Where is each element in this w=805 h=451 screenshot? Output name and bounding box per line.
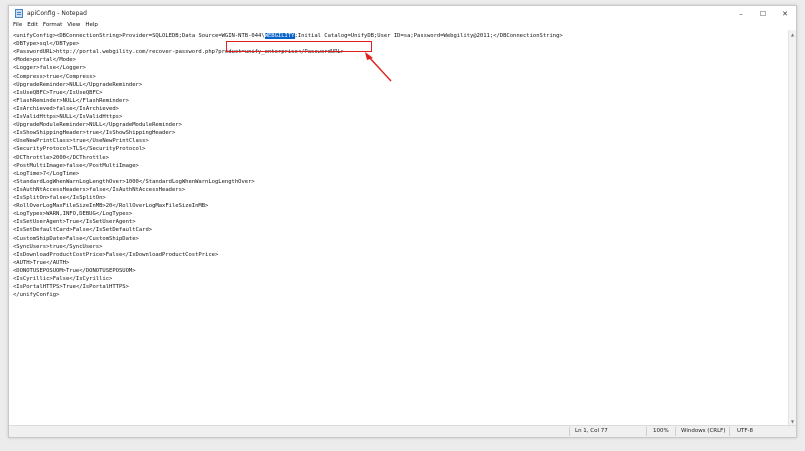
close-button[interactable]: ✕ xyxy=(774,6,796,21)
status-zoom: 100% xyxy=(653,428,669,434)
notepad-window: apiConfig - Notepad – ☐ ✕ File Edit Form… xyxy=(8,5,797,438)
minimize-button[interactable]: – xyxy=(730,6,752,21)
title-bar[interactable]: apiConfig - Notepad – ☐ ✕ xyxy=(9,6,796,21)
status-line-ending: Windows (CRLF) xyxy=(681,428,726,434)
status-divider xyxy=(675,427,676,436)
annotation-arrow-icon xyxy=(365,52,392,82)
scroll-down-icon[interactable]: ▼ xyxy=(789,417,796,425)
scroll-up-icon[interactable]: ▲ xyxy=(789,30,796,38)
menu-edit[interactable]: Edit xyxy=(27,21,38,30)
menu-file[interactable]: File xyxy=(13,21,22,30)
status-encoding: UTF-8 xyxy=(737,428,754,434)
maximize-button[interactable]: ☐ xyxy=(752,6,774,21)
menu-bar: File Edit Format View Help xyxy=(9,21,796,30)
window-title: apiConfig - Notepad xyxy=(27,10,87,17)
status-position: Ln 1, Col 77 xyxy=(575,428,608,434)
window-controls: – ☐ ✕ xyxy=(730,6,796,21)
vertical-scrollbar[interactable]: ▲ ▼ xyxy=(788,30,796,425)
menu-view[interactable]: View xyxy=(67,21,80,30)
status-divider xyxy=(569,427,570,436)
status-bar: Ln 1, Col 77 100% Windows (CRLF) UTF-8 xyxy=(9,425,796,437)
status-divider xyxy=(646,427,647,436)
menu-help[interactable]: Help xyxy=(85,21,98,30)
status-divider xyxy=(729,427,730,436)
text-editor[interactable]: <unifyConfig><DBConnectionString>Provide… xyxy=(9,30,788,425)
notepad-icon xyxy=(15,9,23,18)
menu-format[interactable]: Format xyxy=(43,21,62,30)
